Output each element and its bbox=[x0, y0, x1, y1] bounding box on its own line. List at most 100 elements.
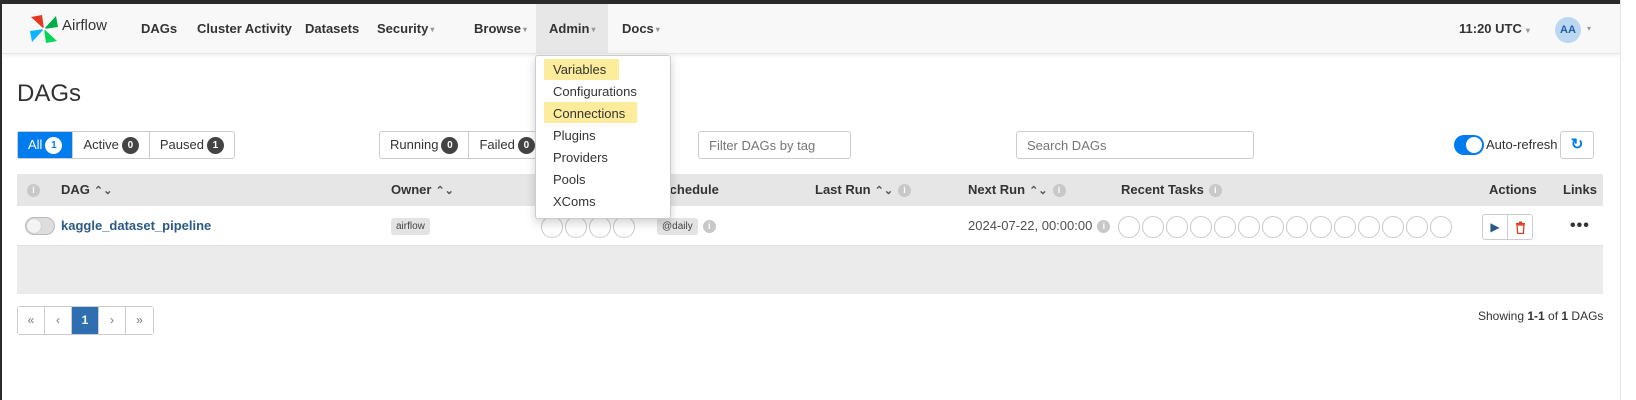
info-icon: i bbox=[898, 184, 912, 198]
nav-admin-label: Admin bbox=[549, 21, 590, 36]
dag-id-link[interactable]: kaggle_dataset_pipeline bbox=[61, 206, 211, 246]
filter-active-button[interactable]: Active 0 bbox=[73, 132, 150, 158]
task-status-circle[interactable] bbox=[1214, 215, 1236, 238]
showing-prefix: Showing bbox=[1478, 309, 1528, 323]
header-next-run[interactable]: Next Run ⌃⌄ i bbox=[968, 174, 1066, 206]
nav-cluster-activity-label: Cluster Activity bbox=[197, 21, 292, 36]
filter-running-label: Running bbox=[390, 137, 439, 152]
delete-dag-button[interactable] bbox=[1507, 214, 1533, 240]
nav-browse-label: Browse bbox=[474, 21, 521, 36]
header-dag[interactable]: DAG ⌃⌄ bbox=[61, 174, 112, 206]
task-status-circle[interactable] bbox=[1358, 215, 1380, 238]
count-badge: 0 bbox=[517, 137, 535, 155]
task-status-circle[interactable] bbox=[1166, 215, 1188, 238]
chevron-down-icon: ▾ bbox=[655, 24, 660, 34]
dag-pause-toggle[interactable] bbox=[25, 217, 55, 235]
chevron-down-icon[interactable]: ▾ bbox=[1587, 4, 1591, 54]
nav-security-label: Security bbox=[377, 21, 429, 36]
page-prev-button[interactable]: ‹ bbox=[45, 307, 72, 334]
search-dags-input[interactable] bbox=[1016, 131, 1254, 159]
showing-of: of bbox=[1544, 309, 1562, 323]
page-scrollbar[interactable] bbox=[1620, 0, 1636, 400]
brand[interactable]: Airflow bbox=[28, 10, 107, 48]
page-last-button[interactable]: » bbox=[126, 307, 153, 334]
table-footer-area bbox=[17, 246, 1603, 294]
info-icon: i bbox=[1208, 184, 1222, 198]
admin-dropdown-menu: Variables Configurations Connections Plu… bbox=[535, 55, 671, 219]
tag-filter-input[interactable] bbox=[698, 131, 851, 159]
refresh-button[interactable]: ↻ bbox=[1560, 131, 1594, 159]
app-window: Airflow DAGs Cluster Activity Datasets S… bbox=[0, 0, 1636, 400]
time-menu[interactable]: 11:20 UTC ▾ bbox=[1459, 4, 1530, 54]
header-owner[interactable]: Owner ⌃⌄ bbox=[391, 174, 454, 206]
task-status-circle[interactable] bbox=[1238, 215, 1260, 238]
task-status-circle[interactable] bbox=[1430, 215, 1452, 238]
page-next-button[interactable]: › bbox=[99, 307, 126, 334]
showing-suffix: DAGs bbox=[1568, 309, 1604, 323]
nav-browse[interactable]: Browse ▾ bbox=[471, 4, 530, 54]
owner-badge: airflow bbox=[391, 218, 430, 236]
table-row: kaggle_dataset_pipeline airflow @daily i … bbox=[17, 206, 1603, 246]
menu-item-variables[interactable]: Variables bbox=[553, 59, 606, 81]
trash-icon bbox=[1515, 221, 1525, 235]
menu-item-pools[interactable]: Pools bbox=[553, 169, 586, 191]
task-status-circle[interactable] bbox=[1262, 215, 1284, 238]
current-time: 11:20 UTC bbox=[1459, 21, 1522, 36]
user-avatar[interactable]: AA bbox=[1555, 17, 1581, 43]
chevron-down-icon: ▾ bbox=[522, 24, 527, 34]
task-status-circle[interactable] bbox=[1142, 215, 1164, 238]
filter-running-button[interactable]: Running 0 bbox=[380, 132, 470, 158]
header-links: Links bbox=[1563, 174, 1597, 206]
owner-cell[interactable]: airflow bbox=[391, 206, 430, 246]
nav-admin[interactable]: Admin ▾ bbox=[536, 4, 609, 54]
links-menu[interactable]: ••• bbox=[1570, 206, 1590, 246]
sort-icon: ⌃⌄ bbox=[1029, 185, 1048, 197]
info-icon: i bbox=[1097, 220, 1111, 234]
next-run-value: 2024-07-22, 00:00:00 bbox=[968, 218, 1093, 233]
menu-item-xcoms[interactable]: XComs bbox=[553, 191, 596, 213]
header-actions-label: Actions bbox=[1489, 182, 1537, 197]
filter-paused-button[interactable]: Paused 1 bbox=[150, 132, 234, 158]
menu-item-configurations[interactable]: Configurations bbox=[553, 81, 637, 103]
nav-datasets[interactable]: Datasets bbox=[302, 4, 362, 54]
nav-security[interactable]: Security ▾ bbox=[374, 4, 437, 54]
auto-refresh-toggle[interactable] bbox=[1454, 135, 1484, 155]
page-first-button[interactable]: « bbox=[18, 307, 45, 334]
filter-failed-button[interactable]: Failed 0 bbox=[469, 132, 544, 158]
nav-docs-label: Docs bbox=[622, 21, 654, 36]
task-status-circle[interactable] bbox=[1118, 215, 1140, 238]
task-status-circle[interactable] bbox=[1286, 215, 1308, 238]
menu-item-plugins[interactable]: Plugins bbox=[553, 125, 596, 147]
more-dots-icon: ••• bbox=[1570, 217, 1590, 234]
status-filter-group: All 1 Active 0 Paused 1 bbox=[17, 131, 235, 159]
dag-id: kaggle_dataset_pipeline bbox=[61, 218, 212, 233]
header-info: i bbox=[27, 174, 40, 206]
page-title: DAGs bbox=[17, 80, 82, 107]
menu-item-providers[interactable]: Providers bbox=[553, 147, 608, 169]
nav-cluster-activity[interactable]: Cluster Activity bbox=[194, 4, 295, 54]
task-status-circle[interactable] bbox=[1190, 215, 1212, 238]
filter-all-button[interactable]: All 1 bbox=[18, 132, 74, 158]
table-header: i DAG ⌃⌄ Owner ⌃⌄ Schedule Last Run ⌃⌄ i Nex… bbox=[17, 174, 1603, 206]
count-badge: 0 bbox=[121, 137, 139, 155]
header-next-run-label: Next Run bbox=[968, 182, 1026, 197]
header-recent-tasks: Recent Tasks i bbox=[1121, 174, 1222, 206]
count-badge: 1 bbox=[45, 137, 63, 155]
info-icon: i bbox=[27, 184, 40, 198]
count-badge: 1 bbox=[206, 137, 224, 155]
nav-dags[interactable]: DAGs bbox=[138, 4, 180, 54]
task-status-circle[interactable] bbox=[1310, 215, 1332, 238]
task-status-circle[interactable] bbox=[1334, 215, 1356, 238]
nav-datasets-label: Datasets bbox=[305, 21, 360, 36]
header-actions: Actions bbox=[1489, 174, 1537, 206]
trigger-dag-button[interactable]: ▶ bbox=[1482, 214, 1508, 240]
task-status-circle[interactable] bbox=[1406, 215, 1428, 238]
header-last-run[interactable]: Last Run ⌃⌄ i bbox=[815, 174, 912, 206]
pagination: « ‹ 1 › » bbox=[17, 306, 154, 335]
nav-dags-label: DAGs bbox=[141, 21, 178, 36]
window-left-border bbox=[0, 0, 2, 400]
page-current-button[interactable]: 1 bbox=[72, 307, 99, 334]
menu-item-connections[interactable]: Connections bbox=[553, 103, 625, 125]
task-status-circle[interactable] bbox=[1382, 215, 1404, 238]
nav-docs[interactable]: Docs ▾ bbox=[619, 4, 663, 54]
